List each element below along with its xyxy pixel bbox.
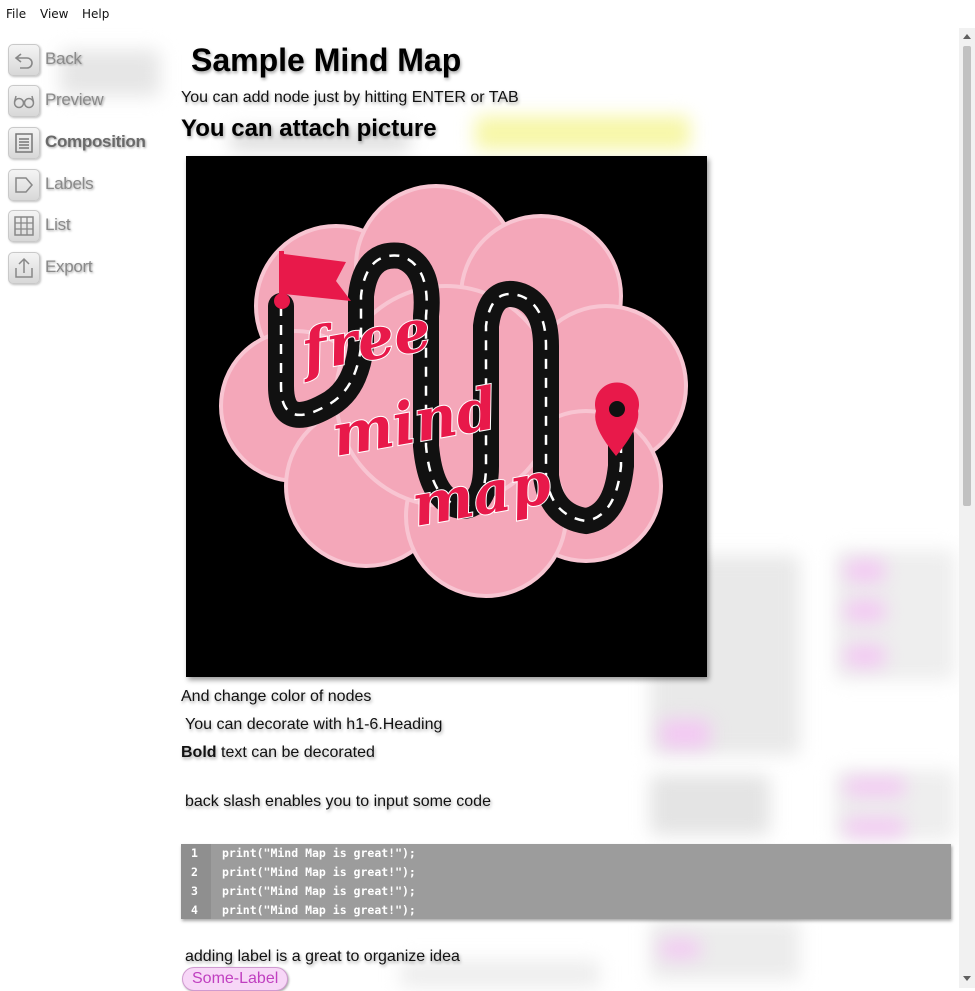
code-line: 4 print("Mind Map is great!"); [181, 901, 951, 920]
sidebar-item-preview[interactable]: Preview [6, 83, 166, 117]
scroll-thumb[interactable] [963, 46, 971, 506]
code-line-number: 2 [191, 865, 198, 879]
label-intro-text: adding label is a great to organize idea [185, 948, 460, 965]
back-arrow-icon [8, 44, 40, 76]
heading-decoration-text: You can decorate with h1-6.Heading [185, 716, 443, 733]
document-lines-icon [8, 127, 40, 159]
grid-list-icon [8, 210, 40, 242]
code-intro-text: back slash enables you to input some cod… [185, 793, 491, 810]
bold-decoration-text: Bold text can be decorated [181, 744, 375, 762]
bold-word: Bold [181, 744, 217, 761]
code-line-text: print("Mind Map is great!"); [222, 846, 416, 860]
bold-rest-text: text can be decorated [216, 744, 375, 761]
sidebar-item-export[interactable]: Export [6, 250, 166, 284]
code-line-text: print("Mind Map is great!"); [222, 865, 416, 879]
tip-text: You can add node just by hitting ENTER o… [181, 89, 519, 106]
sidebar-item-label: Export [45, 257, 93, 276]
color-nodes-text: And change color of nodes [181, 688, 372, 705]
glasses-icon [8, 85, 40, 117]
sidebar-item-label: Composition [45, 132, 146, 151]
menu-bar: File View Help [0, 0, 975, 28]
menu-view[interactable]: View [40, 7, 68, 21]
attached-picture[interactable]: free mind map [186, 156, 707, 677]
code-line-number: 3 [191, 884, 198, 898]
sidebar-item-back[interactable]: Back [6, 42, 166, 76]
attach-heading: You can attach picture [181, 115, 437, 142]
code-block[interactable]: 1 print("Mind Map is great!"); 2 print("… [181, 844, 951, 919]
code-line-text: print("Mind Map is great!"); [222, 903, 416, 917]
sidebar-item-label: Preview [45, 90, 104, 109]
code-line-number: 4 [191, 903, 198, 917]
code-line-number: 1 [191, 846, 198, 860]
scroll-down-arrow-icon[interactable] [963, 976, 971, 981]
code-line: 3 print("Mind Map is great!"); [181, 882, 951, 901]
free-mind-map-logo: free mind map [219, 184, 688, 598]
menu-help[interactable]: Help [82, 7, 109, 21]
code-line: 1 print("Mind Map is great!"); [181, 844, 951, 863]
label-chip[interactable]: Some-Label [182, 967, 289, 991]
sidebar-item-labels[interactable]: Labels [6, 167, 166, 201]
page-title: Sample Mind Map [191, 42, 462, 78]
sidebar-item-label: Back [45, 49, 82, 68]
code-line: 2 print("Mind Map is great!"); [181, 863, 951, 882]
scroll-up-arrow-icon[interactable] [963, 34, 971, 39]
tag-icon [8, 169, 40, 201]
sidebar-item-composition[interactable]: Composition [6, 125, 166, 159]
export-upload-icon [8, 252, 40, 284]
code-line-text: print("Mind Map is great!"); [222, 884, 416, 898]
sidebar-item-label: List [45, 215, 71, 234]
menu-file[interactable]: File [6, 7, 26, 21]
vertical-scrollbar[interactable] [959, 28, 975, 988]
sidebar-item-list[interactable]: List [6, 208, 166, 242]
sidebar-item-label: Labels [45, 174, 94, 193]
